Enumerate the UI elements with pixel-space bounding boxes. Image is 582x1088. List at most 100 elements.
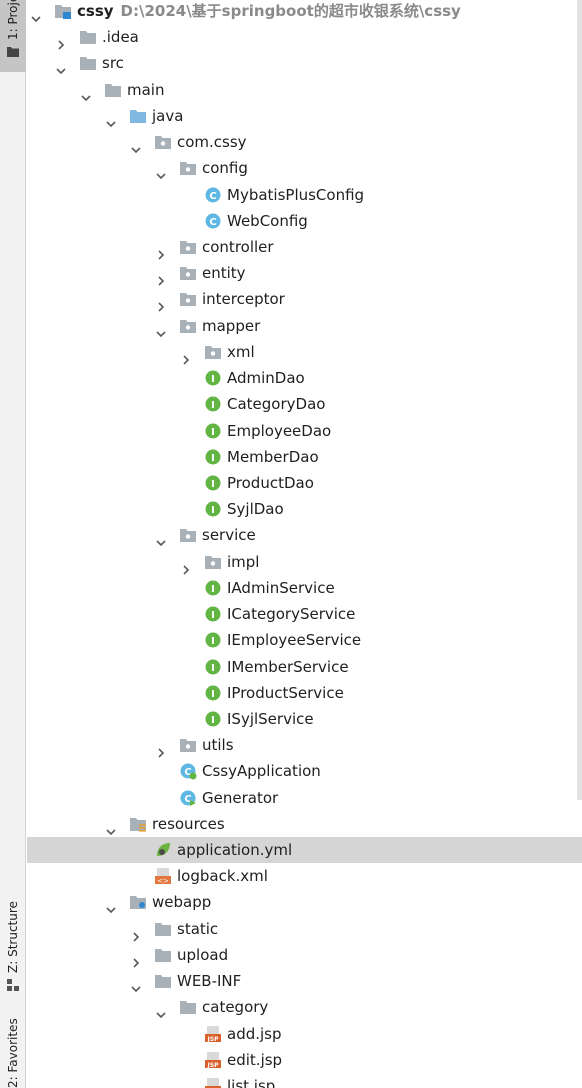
tree-item-label: category <box>202 998 269 1017</box>
tree-item-label: IAdminService <box>227 578 335 597</box>
project-tool-button[interactable]: 1: Project <box>0 0 26 72</box>
folder-icon <box>179 998 197 1016</box>
tree-item-label: utils <box>202 736 234 755</box>
svg-text:C: C <box>209 217 216 228</box>
tree-file-row[interactable]: C CssyApplication <box>27 758 582 784</box>
chevron-right-icon[interactable] <box>156 294 166 312</box>
package-icon <box>179 290 197 308</box>
tree-file-row[interactable]: I ProductDao <box>27 470 582 496</box>
tree-folder-row[interactable]: cssy D:\2024\基于springboot的超市收银系统\cssy <box>27 0 582 24</box>
svg-text:I: I <box>211 689 215 700</box>
tree-item-label: logback.xml <box>177 867 268 886</box>
chevron-right-icon[interactable] <box>156 740 166 758</box>
tree-file-row[interactable]: JSP list.jsp <box>27 1073 582 1088</box>
favorites-tool-button[interactable]: 2: Favorites <box>0 1018 26 1088</box>
folder-icon <box>104 81 122 99</box>
chevron-right-icon[interactable] <box>131 950 141 968</box>
tree-file-row[interactable]: JSP edit.jsp <box>27 1047 582 1073</box>
tree-file-row[interactable]: JSP add.jsp <box>27 1021 582 1047</box>
tree-item-label: entity <box>202 264 246 283</box>
chevron-down-icon[interactable] <box>106 819 116 835</box>
tree-item-label: SyjlDao <box>227 500 284 519</box>
chevron-right-icon[interactable] <box>181 557 191 575</box>
tree-folder-row[interactable]: controller <box>27 234 582 260</box>
chevron-down-icon[interactable] <box>131 976 141 993</box>
tree-file-row[interactable]: I IAdminService <box>27 575 582 601</box>
tree-folder-row[interactable]: utils <box>27 732 582 758</box>
tree-file-row[interactable]: I IProductService <box>27 680 582 706</box>
chevron-down-icon[interactable] <box>156 1002 166 1019</box>
tree-file-row[interactable]: I IMemberService <box>27 654 582 680</box>
interface-icon: I <box>204 579 222 597</box>
tree-folder-row[interactable]: interceptor <box>27 286 582 312</box>
chevron-down-icon[interactable] <box>56 58 66 75</box>
tree-folder-row[interactable]: upload <box>27 942 582 968</box>
tree-item-label: main <box>127 80 165 99</box>
tree-file-row[interactable]: I MemberDao <box>27 444 582 470</box>
chevron-down-icon[interactable] <box>156 163 166 180</box>
svg-text:I: I <box>211 479 215 490</box>
tree-folder-row[interactable]: category <box>27 994 582 1020</box>
tree-folder-row[interactable]: resources <box>27 811 582 837</box>
tree-file-row[interactable]: I AdminDao <box>27 365 582 391</box>
chevron-right-icon[interactable] <box>181 347 191 365</box>
package-icon <box>154 133 172 151</box>
project-tree[interactable]: cssy D:\2024\基于springboot的超市收银系统\cssy .ide… <box>27 0 582 1088</box>
tree-file-row[interactable]: I EmployeeDao <box>27 418 582 444</box>
chevron-down-icon[interactable] <box>156 530 166 547</box>
tree-file-row[interactable]: I ICategoryService <box>27 601 582 627</box>
chevron-down-icon[interactable] <box>156 321 166 337</box>
tree-folder-row[interactable]: static <box>27 916 582 942</box>
tree-folder-row[interactable]: mapper <box>27 313 582 339</box>
tree-file-row[interactable]: I ISyjlService <box>27 706 582 732</box>
tree-folder-row[interactable]: config <box>27 155 582 181</box>
chevron-down-icon[interactable] <box>31 6 41 23</box>
interface-icon: I <box>204 448 222 466</box>
chevron-down-icon[interactable] <box>106 111 116 128</box>
chevron-down-icon[interactable] <box>106 897 116 914</box>
tree-item-label: application.yml <box>177 841 293 860</box>
svg-text:I: I <box>211 453 215 464</box>
svg-text:I: I <box>211 374 215 385</box>
tree-file-row[interactable]: C Generator <box>27 785 582 811</box>
tree-item-label: upload <box>177 945 229 964</box>
tree-file-row[interactable]: <> logback.xml <box>27 863 582 889</box>
tree-folder-row[interactable]: webapp <box>27 889 582 915</box>
tree-folder-row[interactable]: service <box>27 522 582 548</box>
chevron-right-icon[interactable] <box>156 268 166 286</box>
folder-icon <box>79 28 97 46</box>
interface-icon: I <box>204 605 222 623</box>
tree-folder-row[interactable]: src <box>27 50 582 76</box>
package-icon <box>179 317 197 335</box>
tree-folder-row[interactable]: impl <box>27 549 582 575</box>
structure-tool-button[interactable]: Z: Structure <box>0 895 26 995</box>
tree-file-row[interactable]: application.yml <box>27 837 582 864</box>
interface-icon: I <box>204 474 222 492</box>
chevron-right-icon[interactable] <box>56 32 66 50</box>
class-icon: C <box>204 186 222 204</box>
tree-folder-row[interactable]: com.cssy <box>27 129 582 155</box>
tree-file-row[interactable]: C MybatisPlusConfig <box>27 182 582 208</box>
spring-yml-icon <box>154 841 172 859</box>
tree-folder-row[interactable]: java <box>27 103 582 129</box>
xml-file-icon: <> <box>154 867 172 885</box>
chevron-right-icon[interactable] <box>131 924 141 942</box>
tree-folder-row[interactable]: entity <box>27 260 582 286</box>
tree-folder-row[interactable]: xml <box>27 339 582 365</box>
svg-text:I: I <box>211 427 215 438</box>
tree-folder-row[interactable]: .idea <box>27 24 582 50</box>
tree-file-row[interactable]: I CategoryDao <box>27 391 582 417</box>
svg-text:JSP: JSP <box>207 1036 220 1043</box>
tree-file-row[interactable]: I SyjlDao <box>27 496 582 522</box>
vertical-scrollbar[interactable] <box>577 0 582 800</box>
tree-item-label: resources <box>152 814 225 833</box>
chevron-down-icon[interactable] <box>81 85 91 101</box>
tree-file-row[interactable]: I IEmployeeService <box>27 627 582 653</box>
tree-folder-row[interactable]: WEB-INF <box>27 968 582 994</box>
tree-folder-row[interactable]: main <box>27 77 582 103</box>
interface-icon: I <box>204 631 222 649</box>
chevron-down-icon[interactable] <box>131 137 141 154</box>
interface-icon: I <box>204 658 222 676</box>
tree-file-row[interactable]: C WebConfig <box>27 208 582 234</box>
chevron-right-icon[interactable] <box>156 242 166 260</box>
